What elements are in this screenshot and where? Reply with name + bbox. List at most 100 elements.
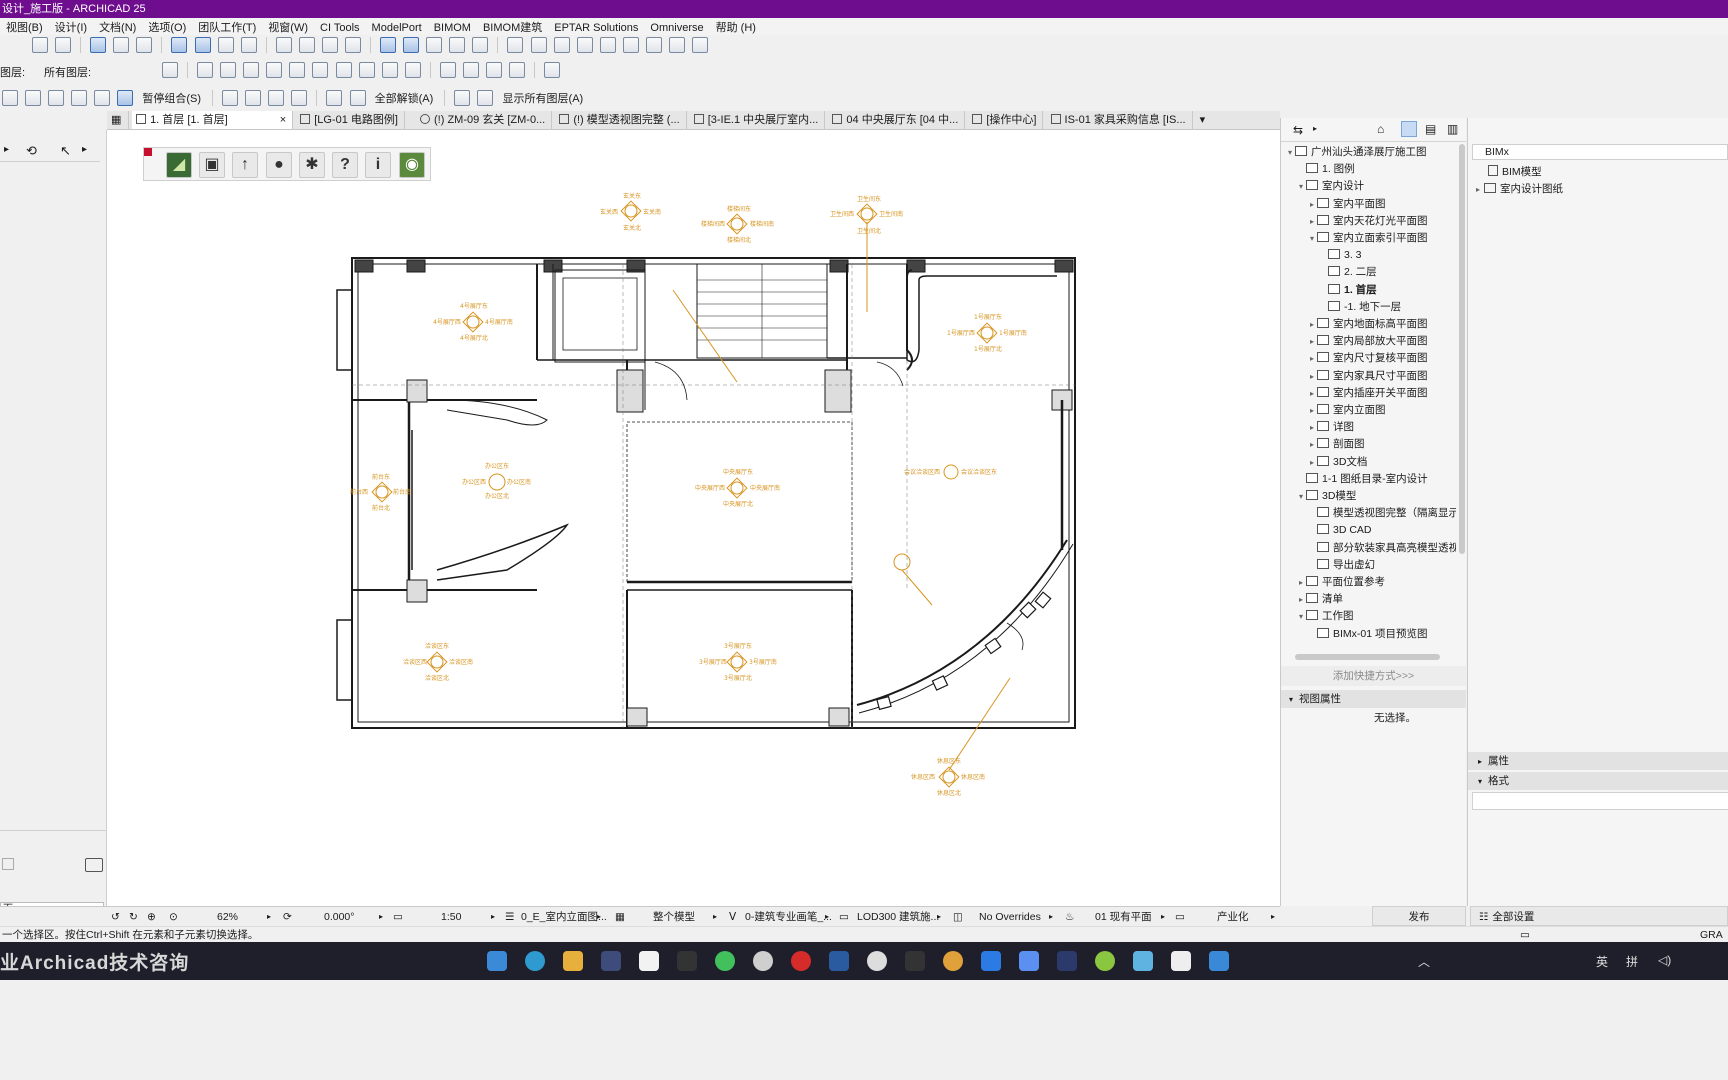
window-icon[interactable] [321, 37, 338, 53]
tab-3-ie1[interactable]: [3-IE.1 中央展厅室内... [690, 111, 826, 129]
chevron-down-icon[interactable]: ▾ [1296, 178, 1306, 195]
chevron-right-icon[interactable]: ▸ [1307, 454, 1317, 471]
rotate-view-icon[interactable]: ⟲ [26, 143, 37, 159]
navigator-item[interactable]: ▾ 工作图 [1281, 608, 1354, 625]
tab-lg01[interactable]: [LG-01 电路图例] [296, 111, 405, 129]
hatch-tool-icon[interactable] [289, 62, 306, 78]
suspend-group-icon[interactable] [117, 90, 134, 106]
column-tool-icon[interactable] [312, 62, 329, 78]
navigator-item[interactable]: -1. 地下一层 [1281, 299, 1401, 316]
resize-icon[interactable] [599, 37, 616, 53]
marquee-icon[interactable] [426, 37, 443, 53]
redo-icon[interactable] [55, 37, 72, 53]
chevron-right-icon[interactable]: ▸ [713, 907, 717, 927]
lock-small-icon[interactable] [326, 90, 343, 106]
lock-element-icon[interactable] [48, 90, 65, 106]
navigator-item[interactable]: 部分软装家具高亮模型透视图 [1281, 540, 1456, 557]
project-map-icon[interactable]: ⌂ [1377, 122, 1384, 136]
group-edit-icon[interactable] [94, 90, 111, 106]
navigator-item[interactable]: ▸ 平面位置参考 [1281, 574, 1385, 591]
table-icon[interactable] [544, 62, 561, 78]
close-icon[interactable] [144, 148, 152, 156]
cloud-icon[interactable] [691, 37, 708, 53]
properties-section[interactable]: ▸ 属性 [1468, 752, 1728, 770]
navigator-item[interactable]: 1. 图例 [1281, 161, 1355, 178]
help-icon[interactable]: ? [332, 152, 358, 178]
settings-icon[interactable]: ✱ [299, 152, 325, 178]
unlock-small-icon[interactable] [349, 90, 366, 106]
publisher-icon[interactable]: ▥ [1447, 122, 1458, 136]
windows-start-icon[interactable] [487, 951, 507, 971]
navigator-item[interactable]: 3D CAD [1281, 522, 1372, 539]
unlock-all-button[interactable]: 全部解锁(A) [375, 90, 434, 106]
chevron-down-icon[interactable]: ▾ [1296, 608, 1306, 625]
chevron-right-icon[interactable]: ▸ [1307, 333, 1317, 350]
file-explorer-icon[interactable] [563, 951, 583, 971]
speaker-icon[interactable]: ◁) [1658, 953, 1671, 967]
layers-icon[interactable] [454, 90, 471, 106]
add-shortcut-button[interactable]: 添加快捷方式>>> [1281, 666, 1466, 686]
wechat-icon[interactable] [715, 951, 735, 971]
navigator-item[interactable]: ▾ 室内设计 [1281, 178, 1364, 195]
desktop-app-icon[interactable] [1133, 951, 1153, 971]
scale-value[interactable]: 1:50 [441, 907, 461, 927]
publish-button[interactable]: 发布 [1372, 906, 1466, 926]
beam-tool-icon[interactable] [335, 62, 352, 78]
chevron-right-icon[interactable]: ▸ [1307, 368, 1317, 385]
navigator-item[interactable]: ▸ 室内地面标高平面图 [1281, 316, 1428, 333]
upload-icon[interactable]: ↑ [232, 152, 258, 178]
close-tab-icon[interactable]: × [280, 114, 286, 126]
chevron-right-icon[interactable]: ▸ [1307, 436, 1317, 453]
mirror-icon[interactable] [485, 62, 502, 78]
arrow-tool-icon[interactable]: ↖ [60, 143, 71, 159]
layer-settings-icon[interactable] [162, 62, 178, 78]
navigator-item[interactable]: 1. 首层 [1281, 282, 1377, 299]
lang-indicator[interactable]: 英 [1596, 953, 1608, 970]
user-icon[interactable]: ● [266, 152, 292, 178]
chevron-right-icon[interactable]: ▸ [1049, 907, 1053, 927]
notion-icon[interactable] [639, 951, 659, 971]
chevron-right-icon[interactable]: ▸ [1271, 907, 1275, 927]
tab-is01[interactable]: IS-01 家具采购信息 [IS... [1047, 111, 1193, 129]
arrow-tool-icon[interactable] [90, 37, 107, 53]
wall-tool-icon[interactable] [197, 62, 214, 78]
redo-zoom-icon[interactable]: ↻ [129, 907, 138, 927]
snap-guide-icon[interactable] [194, 37, 211, 53]
navigator-item[interactable]: 2. 二层 [1281, 264, 1377, 281]
zoom-in-icon[interactable]: ⊕ [147, 907, 156, 927]
graphic-overrides[interactable]: No Overrides [979, 907, 1041, 927]
tab-control-center[interactable]: [操作中心] [968, 111, 1044, 129]
chevron-right-icon[interactable]: ▸ [1307, 419, 1317, 436]
format-field[interactable] [1472, 792, 1728, 810]
archicad-icon[interactable] [601, 951, 621, 971]
view-3d-icon[interactable] [275, 37, 292, 53]
group-icon[interactable] [2, 90, 18, 106]
roof-tool-icon[interactable] [404, 62, 421, 78]
undo-icon[interactable] [32, 37, 48, 53]
bimx-item[interactable]: BIM模型 [1488, 164, 1542, 179]
tab-floor-1[interactable]: 1. 首层 [1. 首层] × [132, 111, 294, 129]
undo-zoom-icon[interactable]: ↺ [111, 907, 120, 927]
chevron-right-icon[interactable]: ▸ [937, 907, 941, 927]
dimension-icon[interactable] [403, 37, 420, 53]
rotate-icon[interactable]: ⟳ [283, 907, 292, 927]
navigator-item[interactable]: ▸ 室内家具尺寸平面图 [1281, 368, 1428, 385]
chevron-down-icon[interactable]: ▾ [1285, 144, 1295, 161]
navigator-item[interactable]: ▸ 清单 [1281, 591, 1343, 608]
chevron-right-icon[interactable]: ▸ [1307, 385, 1317, 402]
distribute-icon[interactable] [462, 62, 479, 78]
github-icon[interactable] [753, 951, 773, 971]
snap-points-icon[interactable] [217, 37, 234, 53]
dimension-standard[interactable]: 产业化 [1217, 907, 1249, 927]
navigator-item[interactable]: ▾ 3D模型 [1281, 488, 1356, 505]
pencil-icon[interactable] [113, 37, 130, 53]
chat-icon[interactable] [867, 951, 887, 971]
home-icon[interactable] [622, 37, 639, 53]
renovation-filter[interactable]: 01 现有平面 [1095, 907, 1152, 927]
organizer-icon[interactable]: ⇆ [1293, 123, 1303, 137]
navigator-item[interactable]: ▾ 室内立面索引平面图 [1281, 230, 1428, 247]
chevron-down-icon[interactable]: ▾ [1296, 488, 1306, 505]
tab-zm09[interactable]: (!) ZM-09 玄关 [ZM-0... [408, 111, 553, 129]
chevron-right-icon[interactable]: ▸ [597, 907, 601, 927]
offset-icon[interactable] [576, 37, 593, 53]
